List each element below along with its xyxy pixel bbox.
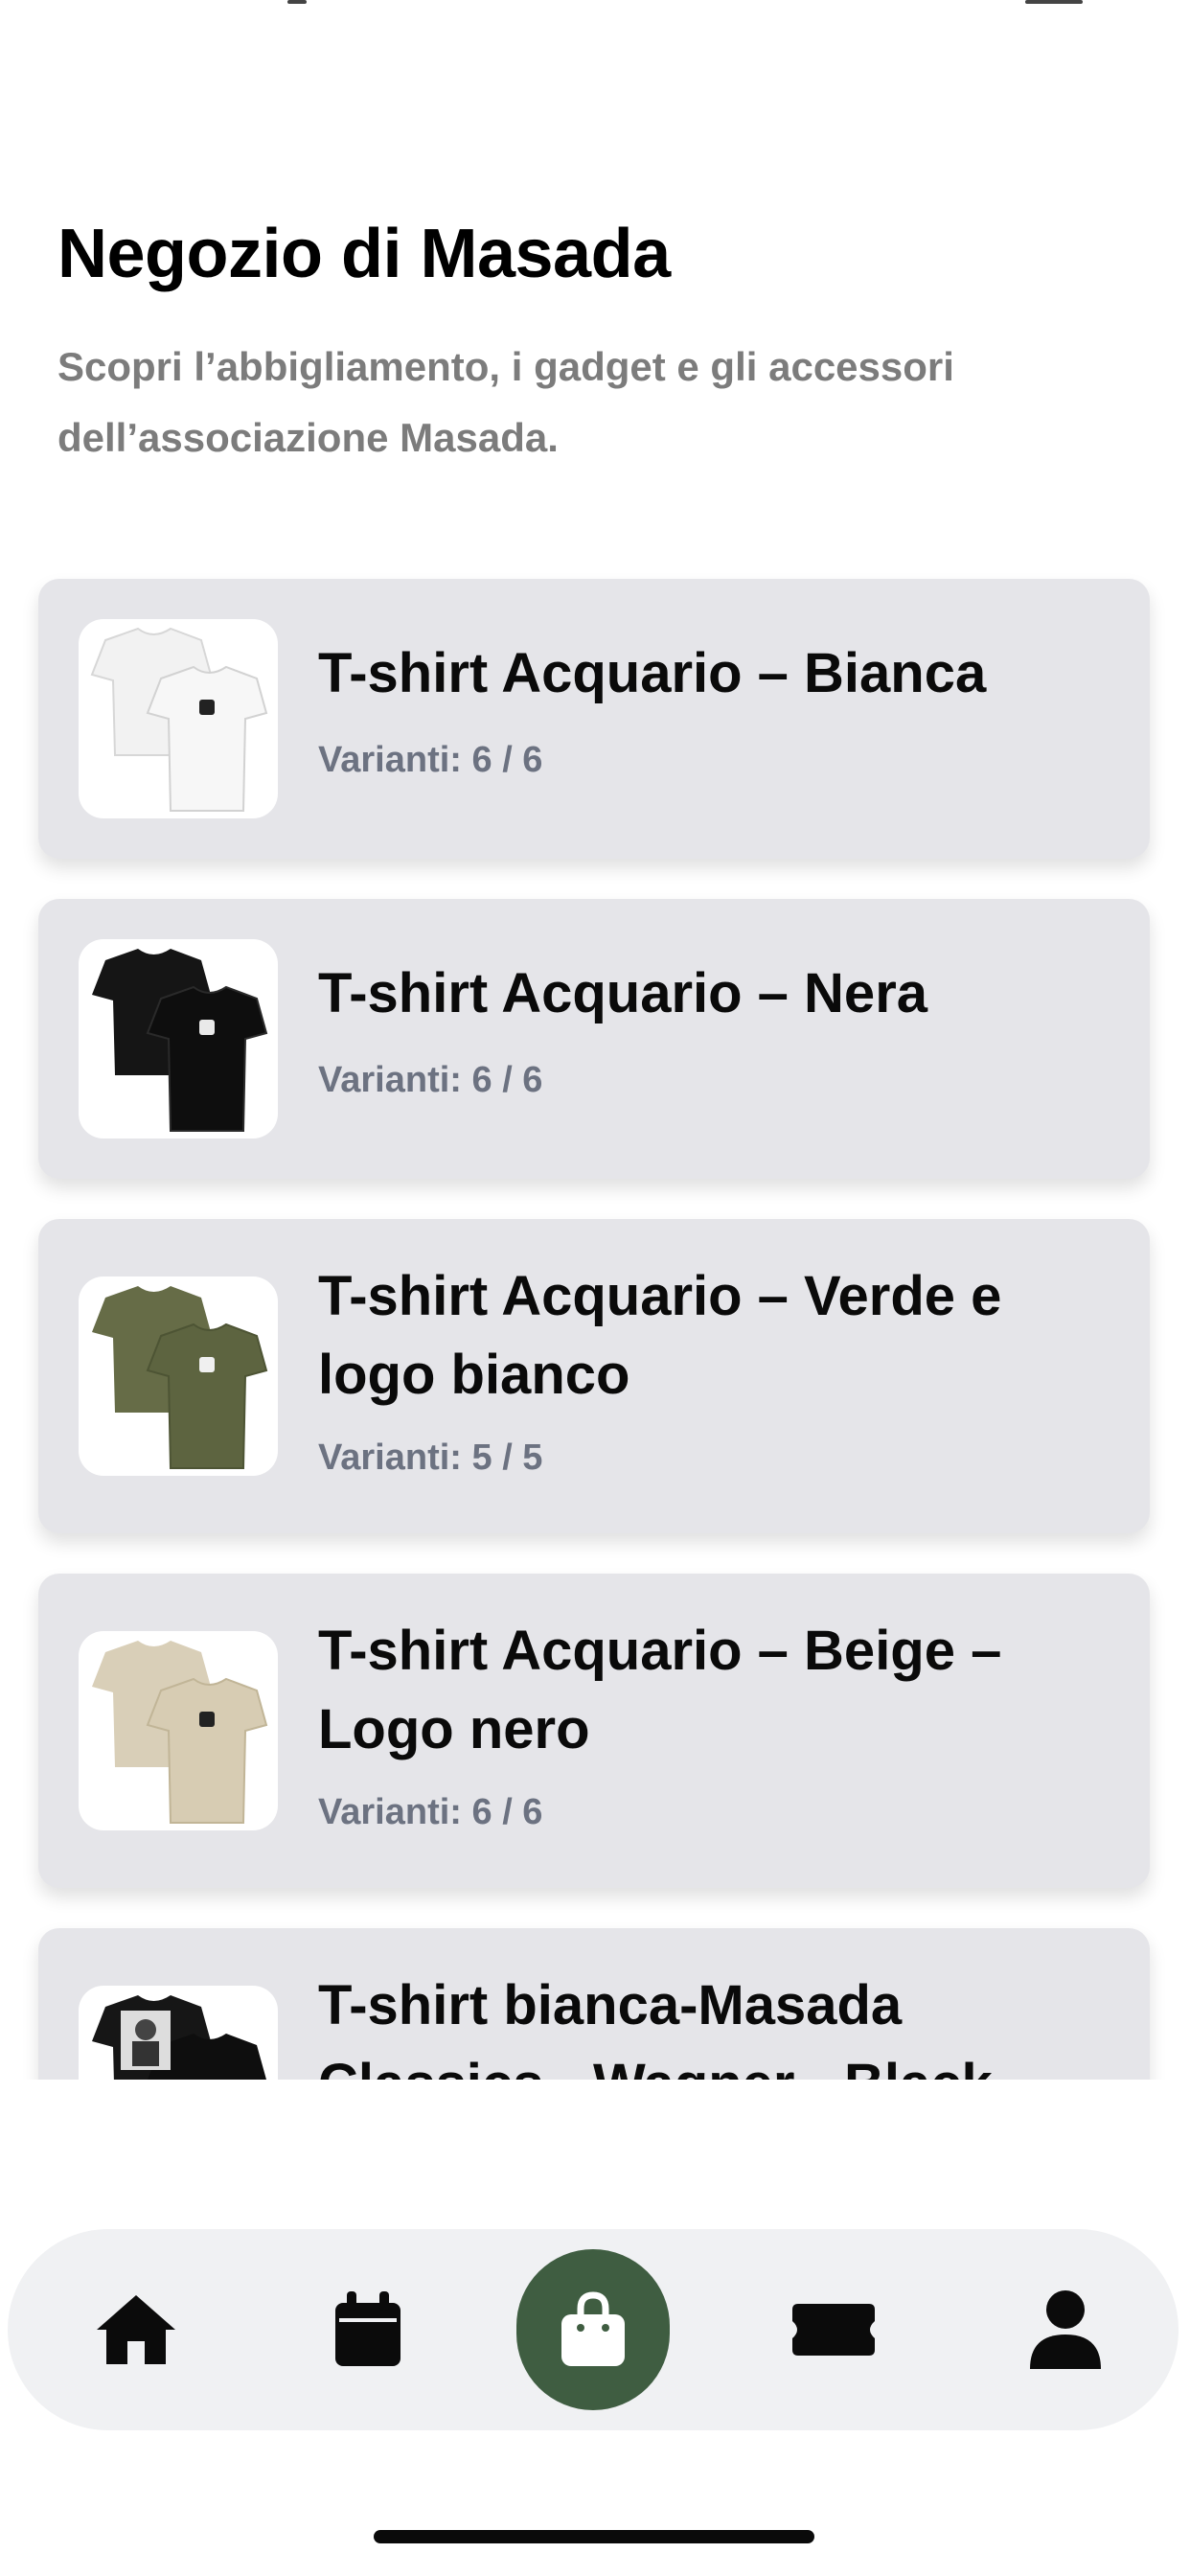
page-subtitle: Scopri l’abbigliamento, i gadget e gli a…: [57, 344, 954, 460]
calendar-icon: [335, 2291, 400, 2366]
ticket-icon: [792, 2304, 875, 2356]
product-name: T-shirt Acquario – Verde e logo bianco: [318, 1265, 1002, 1406]
tab-home[interactable]: [59, 2229, 213, 2430]
shopping-bag-icon: [561, 2291, 625, 2366]
page-header: Negozio di Masada Scopri l’abbigliamento…: [57, 211, 1131, 473]
product-name: T-shirt Acquario – Nera: [318, 962, 928, 1024]
page-title: Negozio di Masada: [57, 216, 671, 292]
product-list[interactable]: T-shirt Acquario – Bianca Varianti: 6 / …: [0, 556, 1190, 2080]
tab-calendar[interactable]: [291, 2229, 445, 2430]
green-tshirt-thumbnail: [79, 1276, 278, 1476]
status-bar-clock-fragment: [287, 0, 307, 4]
product-card[interactable]: T-shirt Acquario – Bianca Varianti: 6 / …: [38, 579, 1150, 859]
home-icon: [97, 2295, 175, 2364]
product-name: T-shirt Acquario – Beige – Logo nero: [318, 1620, 1002, 1760]
product-variants: Varianti: 6 / 6: [318, 1060, 543, 1100]
home-indicator: [374, 2530, 814, 2543]
tab-shop-active-indicator: [516, 2249, 670, 2410]
white-tshirt-thumbnail: [79, 619, 278, 818]
profile-icon: [1030, 2290, 1101, 2369]
tab-tickets[interactable]: [757, 2229, 910, 2430]
black-tshirt-print-thumbnail: [79, 1986, 278, 2080]
product-card[interactable]: T-shirt Acquario – Nera Varianti: 6 / 6: [38, 899, 1150, 1179]
black-tshirt-thumbnail: [79, 939, 278, 1138]
tab-shop[interactable]: [516, 2229, 670, 2430]
status-bar-battery-fragment: [1025, 0, 1083, 4]
product-card[interactable]: T-shirt Acquario – Verde e logo bianco V…: [38, 1219, 1150, 1533]
tab-bar: [8, 2229, 1179, 2430]
product-card[interactable]: T-shirt bianca-Masada Classics - Wagner …: [38, 1928, 1150, 2080]
tab-profile[interactable]: [989, 2229, 1142, 2430]
product-variants: Varianti: 6 / 6: [318, 1792, 543, 1832]
product-card[interactable]: T-shirt Acquario – Beige – Logo nero Var…: [38, 1574, 1150, 1888]
status-bar: [0, 0, 1190, 19]
product-name: T-shirt bianca-Masada Classics - Wagner …: [318, 1974, 993, 2080]
product-variants: Varianti: 5 / 5: [318, 1438, 543, 1478]
product-variants: Varianti: 6 / 6: [318, 740, 543, 780]
product-name: T-shirt Acquario – Bianca: [318, 642, 987, 704]
beige-tshirt-thumbnail: [79, 1631, 278, 1830]
